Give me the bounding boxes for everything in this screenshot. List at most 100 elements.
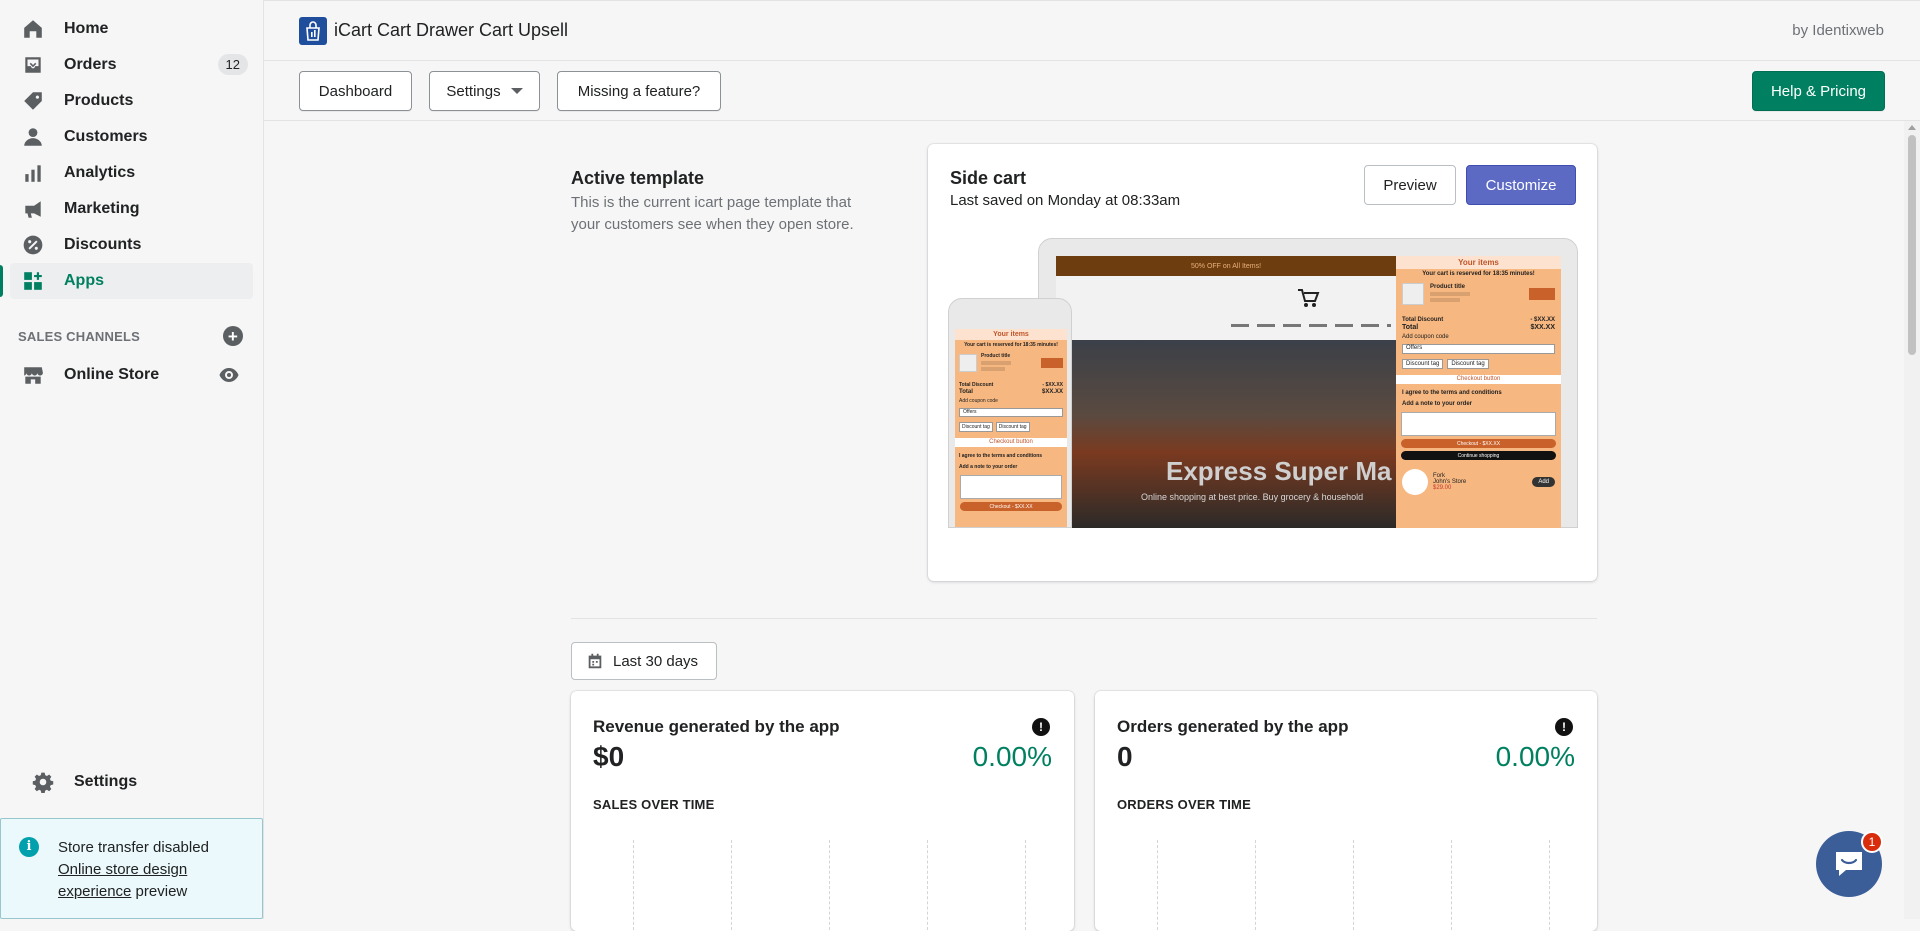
- info-icon[interactable]: !: [1032, 718, 1050, 736]
- sidebar-item-home[interactable]: Home: [10, 11, 253, 47]
- customize-button[interactable]: Customize: [1466, 165, 1576, 205]
- app-toolbar: Dashboard Settings Missing a feature? He…: [264, 62, 1920, 121]
- preview-button[interactable]: Preview: [1364, 165, 1456, 205]
- store-banner: 50% OFF on All Items!: [1056, 256, 1396, 276]
- revenue-percent: 0.00%: [972, 741, 1052, 772]
- laptop-preview-mockup: 50% OFF on All Items! Express Super Ma O…: [1038, 238, 1578, 528]
- store-transfer-banner: i Store transfer disabled Online store d…: [0, 818, 263, 919]
- app-header: iCart Cart Drawer Cart Upsell by Identix…: [264, 0, 1920, 61]
- last-saved-text: Last saved on Monday at 08:33am: [950, 192, 1181, 209]
- cart-drawer-preview: Your items Your cart is reserved for 18:…: [1396, 256, 1561, 528]
- mock-checkout-button: Checkout - $XX.XX: [1401, 439, 1556, 448]
- total-discount-label: Total Discount: [1402, 317, 1444, 323]
- discount-icon: [23, 235, 43, 255]
- gear-icon: [32, 772, 54, 793]
- product-title: Product title: [1430, 284, 1466, 290]
- total-discount-value: - $XX.XX: [1530, 317, 1555, 323]
- main-scrollbar[interactable]: [1904, 121, 1920, 919]
- upsell-add-button: Add: [1532, 477, 1555, 487]
- sidebar-item-label: Marketing: [64, 200, 140, 217]
- app-logo-icon: [299, 17, 327, 45]
- sidebar-item-label: Analytics: [64, 164, 136, 181]
- side-cart-title: Side cart: [950, 168, 1027, 188]
- qty-stepper: [1529, 288, 1555, 300]
- drawer-title: Your items: [955, 329, 1067, 340]
- eye-icon[interactable]: [219, 366, 239, 384]
- sidebar-item-label: Orders: [64, 56, 117, 73]
- sidebar-item-apps[interactable]: Apps: [0, 263, 253, 299]
- sales-over-time-label: SALES OVER TIME: [593, 797, 715, 812]
- reserved-text: Your cart is reserved for 18:35 minutes!: [1422, 271, 1535, 277]
- upsell-product: Fork John's Store $29.00 Add: [1396, 463, 1561, 501]
- sidebar-item-label: Apps: [64, 272, 104, 289]
- store-icon: [24, 367, 43, 384]
- sidebar-item-label: Discounts: [64, 236, 142, 253]
- missing-feature-button[interactable]: Missing a feature?: [557, 71, 721, 111]
- sidebar-item-settings[interactable]: Settings: [20, 764, 264, 800]
- total-label: Total: [1402, 324, 1419, 331]
- megaphone-icon: [25, 201, 41, 218]
- settings-dropdown-button[interactable]: Settings: [429, 71, 540, 111]
- sidebar-item-discounts[interactable]: Discounts: [10, 227, 253, 263]
- product-title: Product title: [981, 353, 1011, 359]
- person-icon: [24, 128, 42, 146]
- dashboard-button[interactable]: Dashboard: [299, 71, 412, 111]
- info-icon: i: [19, 837, 39, 857]
- cart-logo-icon: [1298, 289, 1320, 307]
- mock-checkout-button: Checkout - $XX.XX: [960, 502, 1062, 511]
- main-content: Active template This is the current icar…: [264, 121, 1904, 931]
- sidebar-item-label: Products: [64, 92, 134, 109]
- scroll-up-icon[interactable]: [1908, 125, 1916, 130]
- calendar-icon: [588, 653, 602, 669]
- sidebar: Home Orders 12 Products Customers Analyt…: [0, 0, 264, 919]
- sidebar-item-orders[interactable]: Orders 12: [10, 47, 253, 83]
- offers-select: Offers: [959, 408, 1063, 417]
- orders-card: Orders generated by the app ! 0 0.00% OR…: [1095, 691, 1597, 931]
- orders-icon: [25, 57, 41, 73]
- store-hero-title: Express Super Ma: [1166, 456, 1392, 486]
- total-discount-value: - $XX.XX: [1042, 382, 1063, 388]
- orders-value: 0: [1117, 741, 1133, 772]
- add-channel-icon[interactable]: +: [223, 326, 243, 346]
- apps-icon: [24, 272, 42, 290]
- drawer-product: Product title: [1396, 279, 1561, 309]
- sidebar-item-label: Settings: [74, 773, 138, 790]
- scrollbar-thumb[interactable]: [1908, 135, 1916, 355]
- discount-tag-chip: Discount tag: [995, 422, 1030, 432]
- sidebar-item-products[interactable]: Products: [10, 83, 253, 119]
- app-title: iCart Cart Drawer Cart Upsell: [334, 20, 569, 40]
- orders-chart-grid: [1157, 840, 1597, 930]
- orders-percent: 0.00%: [1495, 741, 1575, 772]
- sidebar-item-customers[interactable]: Customers: [10, 119, 253, 155]
- active-template-title: Active template: [571, 168, 705, 188]
- main-nav: Home Orders 12 Products Customers Analyt…: [0, 0, 263, 299]
- settings-dropdown-label: Settings: [446, 82, 501, 100]
- transfer-text: Store transfer disabled: [58, 839, 209, 856]
- sales-chart-grid: [633, 840, 1073, 930]
- sidebar-item-label: Online Store: [64, 366, 160, 383]
- info-icon[interactable]: !: [1555, 718, 1573, 736]
- sidebar-item-analytics[interactable]: Analytics: [10, 155, 253, 191]
- date-range-label: Last 30 days: [613, 652, 699, 670]
- mock-continue-button: Continue shopping: [1401, 451, 1556, 460]
- section-divider: [571, 618, 1597, 619]
- chat-bubble-icon: [1836, 852, 1862, 876]
- order-note-label: Add a note to your order: [1402, 401, 1473, 407]
- drawer-title: Your items: [1396, 256, 1561, 269]
- qty-stepper: [1041, 358, 1063, 368]
- orders-title: Orders generated by the app: [1117, 717, 1349, 736]
- help-pricing-button[interactable]: Help & Pricing: [1752, 71, 1885, 111]
- caret-down-icon: [510, 88, 523, 94]
- order-note-box: [960, 475, 1062, 499]
- discount-tag-chip: Discount tag: [1402, 359, 1444, 369]
- total-label: Total: [959, 389, 973, 395]
- date-range-button[interactable]: Last 30 days: [571, 642, 717, 680]
- sidebar-item-online-store[interactable]: Online Store: [10, 357, 253, 393]
- total-discount-label: Total Discount: [959, 382, 994, 388]
- discount-tag-chip: Discount tag: [959, 422, 993, 432]
- product-thumb-icon: [1402, 283, 1424, 305]
- drawer-product: Product title: [955, 350, 1067, 376]
- sidebar-item-marketing[interactable]: Marketing: [10, 191, 253, 227]
- checkout-button-label: Checkout button: [955, 438, 1067, 447]
- revenue-value: $0: [593, 741, 625, 772]
